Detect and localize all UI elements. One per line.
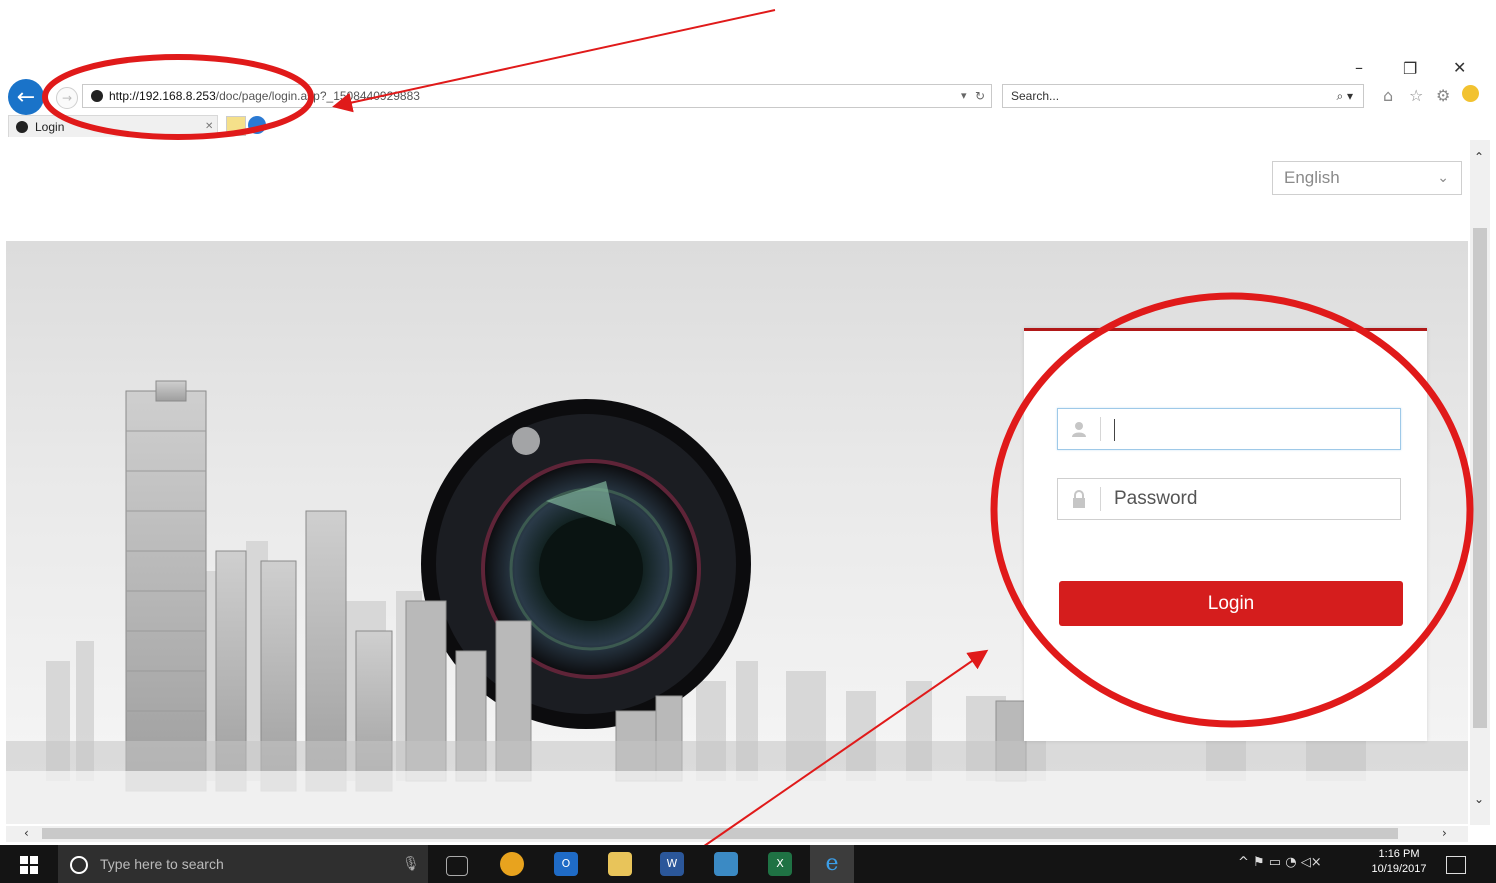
forward-button[interactable]: → <box>56 87 78 109</box>
system-tray-icons[interactable]: ^ ⚑ ▭ ◔ ◁× <box>1238 855 1322 870</box>
site-icon <box>91 90 103 102</box>
cortana-icon <box>70 856 88 874</box>
login-panel: Password Login <box>1024 328 1427 741</box>
language-value: English <box>1284 168 1340 187</box>
edge-icon[interactable] <box>248 116 266 134</box>
microphone-icon[interactable]: 🎙 <box>402 845 420 883</box>
taskbar-search-placeholder: Type here to search <box>100 856 224 872</box>
refresh-icon[interactable]: ↻ <box>975 85 985 107</box>
tab-site-icon <box>16 121 28 133</box>
lock-icon <box>1058 479 1100 519</box>
browser-search-placeholder: Search... <box>1011 89 1060 103</box>
password-placeholder: Password <box>1114 488 1198 509</box>
close-window-button[interactable]: ✕ <box>1453 58 1466 77</box>
new-tab-button[interactable] <box>226 116 246 136</box>
word-icon[interactable]: W <box>660 852 684 876</box>
minimize-button[interactable]: – <box>1355 58 1363 77</box>
back-arrow-icon: ← <box>16 84 36 110</box>
browser-search-input[interactable]: Search... ⌕ ▾ <box>1002 84 1364 108</box>
text-cursor <box>1114 419 1115 441</box>
address-host: http://192.168.8.253 <box>109 89 216 103</box>
field-divider <box>1100 417 1101 441</box>
outlook-icon[interactable]: O <box>554 852 578 876</box>
home-icon[interactable]: ⌂ <box>1383 86 1393 105</box>
windows-start-icon[interactable] <box>20 856 38 874</box>
language-select[interactable]: English ⌄ <box>1272 161 1462 195</box>
scroll-down-icon[interactable]: ⌄ <box>1474 792 1484 806</box>
excel-icon[interactable]: X <box>768 852 792 876</box>
internet-explorer-icon[interactable]: e <box>820 852 844 876</box>
scroll-left-icon[interactable]: ‹ <box>24 826 29 840</box>
field-divider <box>1100 487 1101 511</box>
search-icon[interactable]: ⌕ ▾ <box>1336 85 1353 107</box>
address-path: /doc/page/login.asp?_1508440929883 <box>215 89 420 103</box>
back-button[interactable]: ← <box>8 79 44 115</box>
horizontal-scroll-thumb[interactable] <box>42 828 1398 839</box>
scroll-up-icon[interactable]: ⌃ <box>1474 150 1484 164</box>
gear-icon[interactable]: ⚙ <box>1436 86 1450 105</box>
vertical-scroll-thumb[interactable] <box>1473 228 1487 728</box>
star-icon[interactable]: ☆ <box>1409 86 1423 105</box>
clock-time: 1:16 PM <box>1378 848 1420 860</box>
user-icon <box>1058 409 1100 449</box>
scroll-right-icon[interactable]: › <box>1442 826 1447 840</box>
file-explorer-icon[interactable] <box>608 852 632 876</box>
username-field[interactable] <box>1057 408 1401 450</box>
address-bar[interactable]: http://192.168.8.253/doc/page/login.asp?… <box>82 84 992 108</box>
password-field[interactable]: Password <box>1057 478 1401 520</box>
clock-date: 10/19/2017 <box>1371 863 1427 875</box>
tab-title: Login <box>35 120 65 134</box>
smiley-icon[interactable] <box>1462 85 1479 102</box>
restore-button[interactable]: ❐ <box>1403 59 1417 78</box>
chrome-icon[interactable] <box>500 852 524 876</box>
taskbar-search-input[interactable]: Type here to search 🎙 <box>58 845 428 883</box>
clock[interactable]: 1:16 PM 10/19/2017 <box>1366 847 1432 877</box>
login-button[interactable]: Login <box>1059 581 1403 626</box>
notifications-icon[interactable] <box>1446 856 1466 874</box>
chevron-down-icon: ⌄ <box>1437 170 1449 186</box>
task-view-icon[interactable] <box>446 856 468 876</box>
tab-close-icon[interactable]: ✕ <box>205 116 213 138</box>
tab-login[interactable]: Login ✕ <box>8 115 218 137</box>
app-icon[interactable] <box>714 852 738 876</box>
forward-arrow-icon: → <box>61 91 73 105</box>
dropdown-icon[interactable]: ▾ <box>961 85 967 107</box>
